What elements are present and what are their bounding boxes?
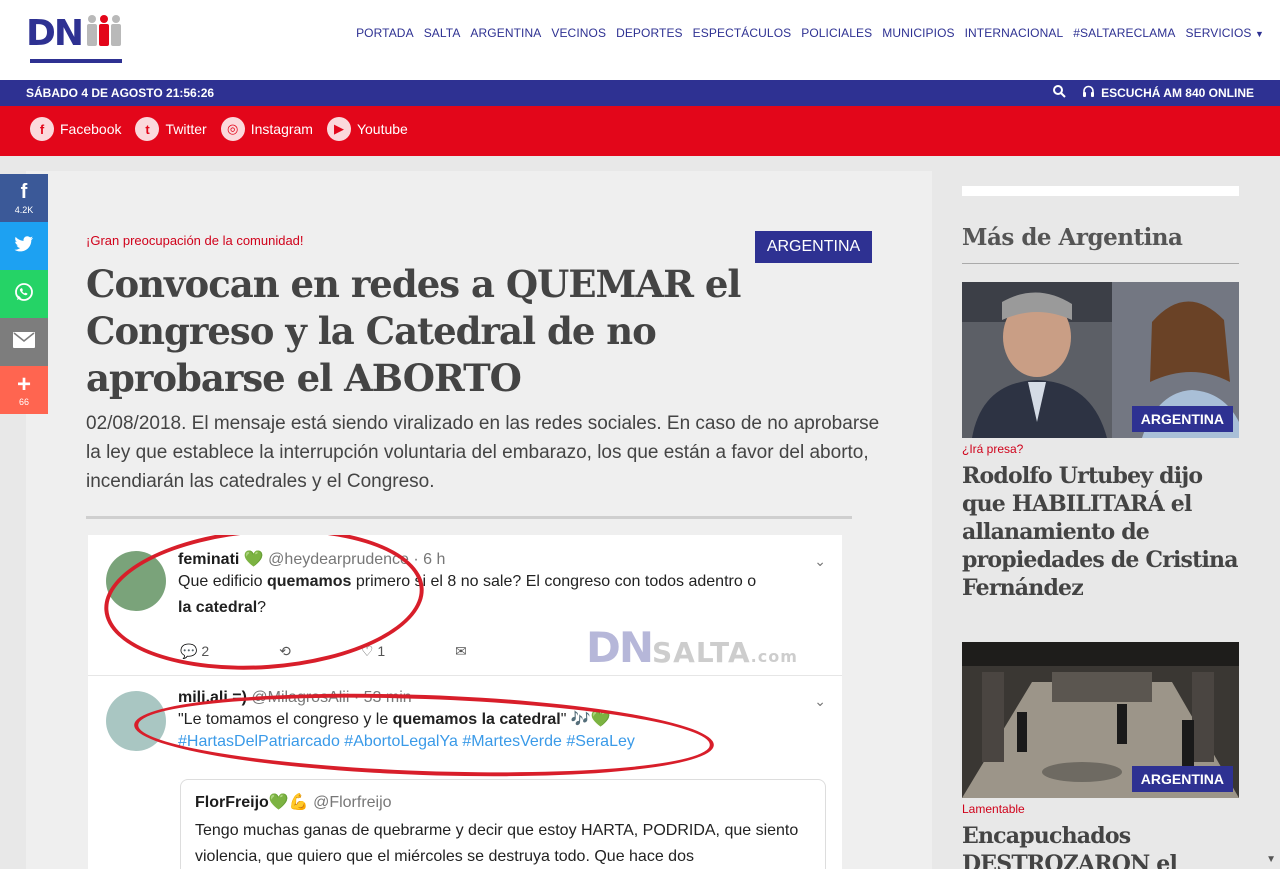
nav-servicios-label: SERVICIOS (1185, 26, 1252, 40)
facebook-icon: f (20, 181, 28, 203)
article: ¡Gran preocupación de la comunidad! ARGE… (26, 171, 932, 869)
info-bar: SÁBADO 4 DE AGOSTO 21:56:26 ESCUCHÁ AM 8… (0, 80, 1280, 106)
social-youtube[interactable]: ▶ Youtube (326, 117, 408, 141)
radio-link[interactable]: ESCUCHÁ AM 840 ONLINE (1082, 85, 1254, 101)
share-count: 66 (18, 396, 29, 407)
nav-municipios[interactable]: MUNICIPIOS (882, 26, 954, 40)
sidebar-top-bar (962, 186, 1239, 196)
social-facebook-label: Facebook (60, 121, 122, 137)
nav-policiales[interactable]: POLICIALES (801, 26, 872, 40)
social-facebook[interactable]: f Facebook (30, 117, 121, 141)
card-1-image[interactable]: ARGENTINA (962, 282, 1239, 438)
nav-servicios[interactable]: SERVICIOS ▼ (1186, 26, 1265, 40)
main-nav: PORTADA SALTA ARGENTINA VECINOS DEPORTES… (356, 26, 1264, 40)
sidebar: Más de Argentina ARGENTINA ¿Irá presa? R… (962, 186, 1239, 869)
email-icon (13, 331, 35, 353)
chevron-down-icon[interactable]: ⌄ (814, 693, 826, 710)
nav-portada[interactable]: PORTADA (356, 26, 414, 40)
nav-deportes[interactable]: DEPORTES (616, 26, 683, 40)
image-divider (86, 516, 852, 519)
sidebar-card-2[interactable]: ARGENTINA Lamentable Encapuchados DESTRO… (962, 642, 1239, 869)
scroll-down-arrow-icon[interactable]: ▼ (1266, 854, 1276, 865)
current-date: SÁBADO 4 DE AGOSTO 21:56:26 (26, 86, 215, 100)
instagram-icon: ◎ (220, 117, 245, 141)
social-twitter[interactable]: t Twitter (135, 117, 207, 141)
chevron-down-icon[interactable]: ⌄ (814, 553, 826, 570)
nav-salta[interactable]: SALTA (424, 26, 461, 40)
logo-people-icon (87, 15, 121, 46)
social-youtube-label: Youtube (356, 121, 408, 137)
twitter-icon: t (135, 117, 160, 141)
quoted-tweet[interactable]: FlorFreijo💚💪 @Florfreijo Tengo muchas ga… (180, 779, 826, 869)
nav-argentina[interactable]: ARGENTINA (470, 26, 541, 40)
facebook-icon: f (30, 117, 54, 141)
sidebar-card-1[interactable]: ARGENTINA ¿Irá presa? Rodolfo Urtubey di… (962, 282, 1239, 602)
watermark-com: .com (750, 647, 798, 666)
card-2-badge[interactable]: ARGENTINA (1131, 766, 1233, 792)
watermark: DNSALTA.com (586, 623, 798, 672)
plus-icon: + (16, 370, 31, 398)
quoted-tweet-text: Tengo muchas ganas de quebrarme y decir … (195, 822, 799, 865)
article-kicker: ¡Gran preocupación de la comunidad! (86, 233, 304, 248)
message-icon[interactable]: ✉ (455, 643, 467, 660)
logo-text: DN (26, 13, 84, 54)
article-lead: 02/08/2018. El mensaje está siendo viral… (86, 413, 880, 492)
youtube-icon: ▶ (326, 117, 351, 141)
headphones-icon (1082, 85, 1095, 101)
watermark-salta: SALTA (652, 636, 751, 669)
card-2-kicker: Lamentable (962, 802, 1025, 816)
sidebar-title: Más de Argentina (962, 224, 1183, 251)
card-1-title[interactable]: Rodolfo Urtubey dijo que HABILITARÁ el a… (962, 462, 1239, 602)
share-count: 4.2K (14, 205, 34, 215)
category-badge[interactable]: ARGENTINA (755, 231, 872, 263)
card-1-badge[interactable]: ARGENTINA (1131, 406, 1233, 432)
social-twitter-label: Twitter (165, 121, 207, 137)
quoted-tweet-name: FlorFreijo💚💪 (195, 794, 309, 811)
like-count: 1 (377, 643, 386, 659)
nav-vecinos[interactable]: VECINOS (551, 26, 606, 40)
social-instagram[interactable]: ◎ Instagram (220, 117, 313, 141)
sidebar-rule (962, 263, 1239, 264)
share-bar: f 4.2K +66 (0, 174, 48, 414)
nav-espectaculos[interactable]: ESPECTÁCULOS (693, 26, 792, 40)
social-bar: f Facebook t Twitter ◎ Instagram ▶ Youtube (0, 106, 1280, 156)
share-whatsapp[interactable] (0, 270, 48, 318)
social-instagram-label: Instagram (250, 121, 313, 137)
card-1-kicker: ¿Irá presa? (962, 442, 1024, 456)
nav-saltareclama[interactable]: #SALTARECLAMA (1073, 26, 1175, 40)
whatsapp-icon (14, 282, 34, 307)
tweet-divider (88, 675, 842, 676)
article-headline: Convocan en redes a QUEMAR el Congreso y… (86, 262, 741, 400)
watermark-dn: DN (586, 623, 654, 672)
share-more[interactable]: +66 (0, 366, 48, 414)
site-logo[interactable]: DN (26, 14, 126, 66)
share-twitter[interactable] (0, 222, 48, 270)
nav-internacional[interactable]: INTERNACIONAL (965, 26, 1064, 40)
search-icon[interactable] (1053, 85, 1066, 101)
quoted-tweet-handle: @Florfreijo (313, 794, 392, 811)
tweet-screenshot: feminati 💚 @heydearprudence · 6 h Que ed… (88, 535, 842, 869)
twitter-icon (14, 235, 34, 258)
radio-label: ESCUCHÁ AM 840 ONLINE (1101, 86, 1254, 100)
logo-underline (30, 59, 122, 63)
share-email[interactable] (0, 318, 48, 366)
caret-down-icon: ▼ (1254, 29, 1264, 39)
card-2-title[interactable]: Encapuchados DESTROZARON el TEATRO (962, 822, 1239, 869)
site-header: DN PORTADA SALTA ARGENTINA VECINOS DEPOR… (0, 0, 1280, 80)
share-facebook[interactable]: f 4.2K (0, 174, 48, 222)
card-2-image[interactable]: ARGENTINA (962, 642, 1239, 798)
